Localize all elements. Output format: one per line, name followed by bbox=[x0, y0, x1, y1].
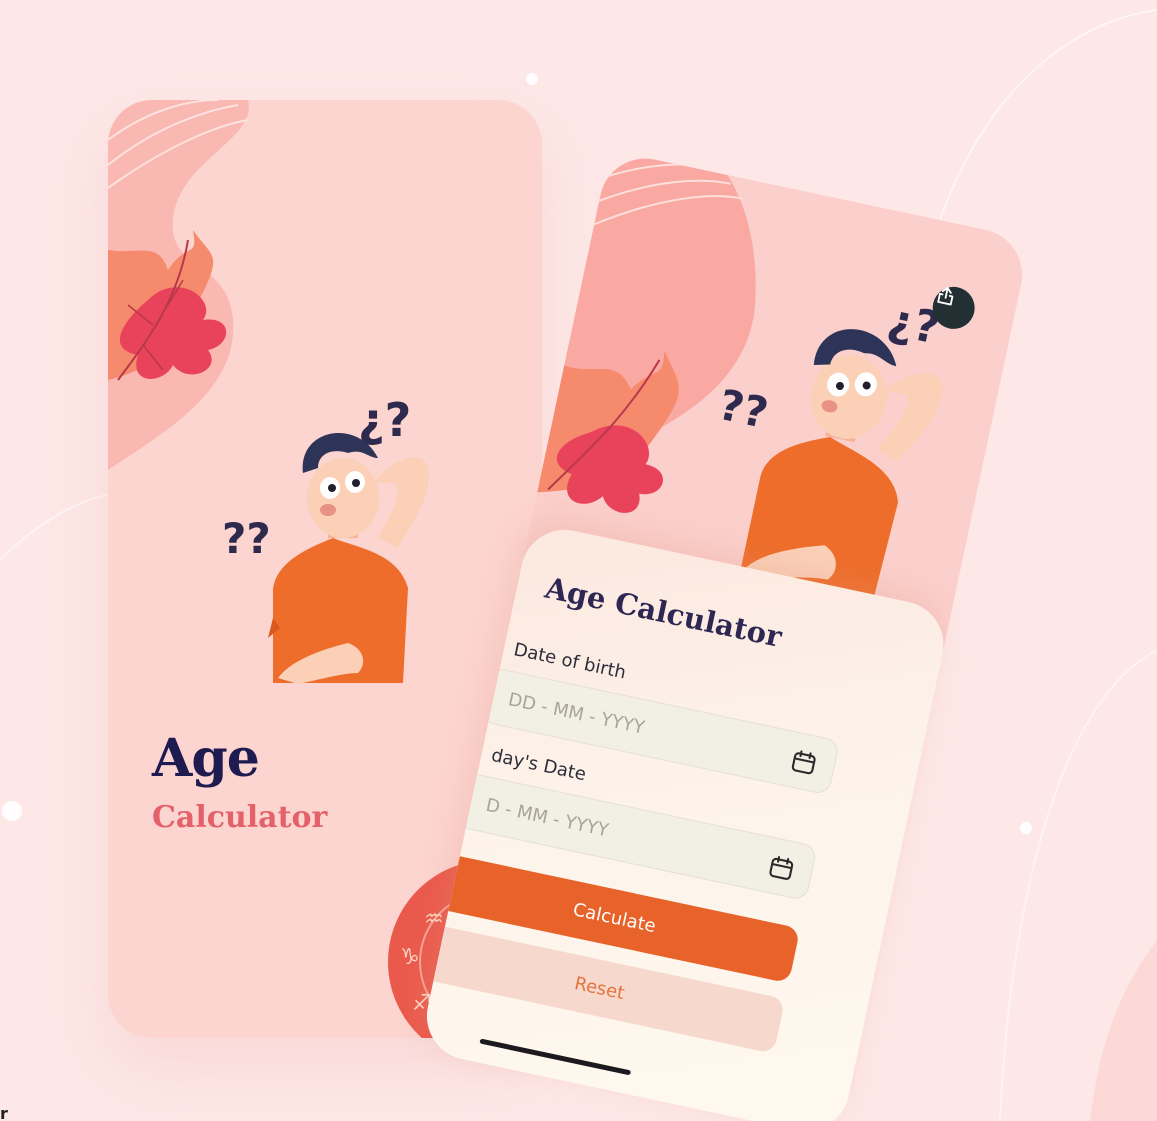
form-title: Age Calculator bbox=[542, 570, 785, 654]
svg-text:♒: ♒ bbox=[424, 907, 444, 932]
confused-person-illustration: ¿? ?? bbox=[222, 393, 429, 684]
calendar-icon[interactable] bbox=[765, 852, 798, 885]
corner-text-fragment: r bbox=[0, 1104, 8, 1121]
share-icon bbox=[937, 287, 954, 306]
splash-title: Age bbox=[152, 728, 260, 789]
svg-text:??: ?? bbox=[715, 380, 773, 438]
splash-subtitle: Calculator bbox=[152, 800, 328, 835]
svg-text:??: ?? bbox=[222, 514, 271, 563]
calendar-icon[interactable] bbox=[787, 746, 820, 779]
svg-text:♑: ♑ bbox=[400, 945, 420, 970]
svg-text:¿?: ¿? bbox=[358, 393, 411, 447]
dob-field[interactable] bbox=[480, 666, 841, 796]
